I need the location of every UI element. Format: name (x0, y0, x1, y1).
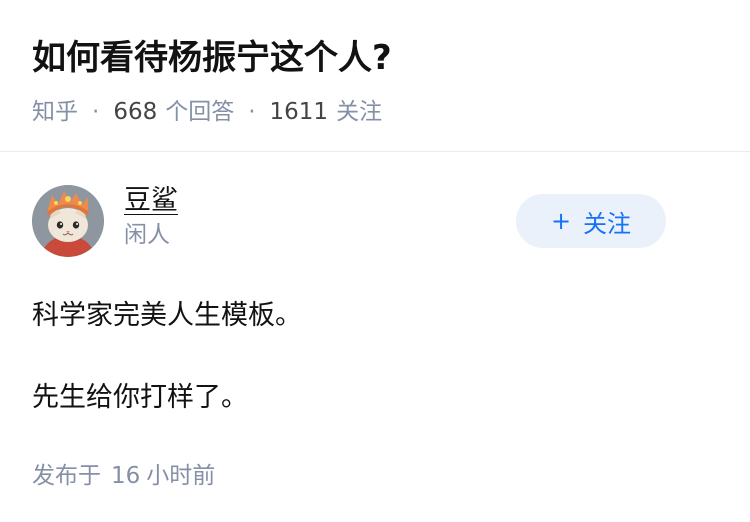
author-info: 豆鲨 闲人 (124, 183, 178, 264)
publish-prefix: 发布于 (32, 463, 101, 489)
author-bio: 闲人 (124, 222, 170, 248)
answer-paragraph: 科学家完美人生模板。 (32, 300, 302, 331)
cat-avatar-icon (32, 185, 104, 257)
source-label[interactable]: 知乎 (32, 96, 78, 128)
question-header: 如何看待杨振宁这个人? 知乎 · 668 个回答 · 1611 关注 (0, 0, 750, 152)
answer-content[interactable]: 科学家完美人生模板。 先生给你打样了。 (32, 296, 718, 418)
answer-footer: 发布于 16 小时前 (32, 460, 718, 492)
publish-time-number: 16 (111, 463, 141, 489)
follow-button[interactable]: + 关注 (516, 194, 666, 248)
plus-icon: + (550, 207, 572, 235)
follow-count-label: 关注 (336, 99, 383, 125)
question-title[interactable]: 如何看待杨振宁这个人? (32, 34, 718, 82)
question-meta: 知乎 · 668 个回答 · 1611 关注 (32, 96, 718, 128)
meta-separator: · (92, 99, 100, 125)
publish-time-unit: 小时前 (146, 463, 216, 489)
answer-card: 豆鲨 闲人 + 关注 科学家完美人生模板。 先生给你打样了。 发布于 16 小时前 (0, 152, 750, 492)
author-name[interactable]: 豆鲨 (124, 183, 178, 219)
author-row: 豆鲨 闲人 + 关注 (32, 152, 718, 264)
answer-count: 668 (113, 99, 158, 125)
answer-count-label: 个回答 (165, 99, 235, 125)
follow-button-label: 关注 (583, 209, 632, 238)
answer-paragraph: 先生给你打样了。 (32, 382, 248, 413)
meta-separator: · (248, 99, 256, 125)
avatar[interactable] (32, 185, 104, 257)
follow-count: 1611 (269, 99, 329, 125)
